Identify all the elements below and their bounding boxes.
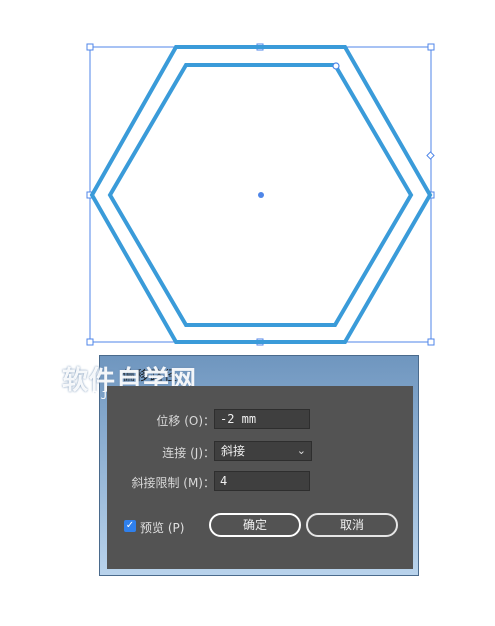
join-label: 连接 (J)：: [162, 446, 215, 460]
dialog-titlebar[interactable]: 偏移路径 软件自学网 RJZXW.COM: [62, 356, 418, 402]
handle-top-left[interactable]: [86, 43, 94, 51]
offset-path-dialog: 偏移路径 软件自学网 RJZXW.COM 位移 (O)： -2 mm 连接 (J…: [62, 355, 419, 576]
rotate-diamond-handle[interactable]: [426, 151, 435, 160]
preview-checkbox[interactable]: ✓: [124, 520, 136, 532]
offset-row: 位移 (O)： -2 mm: [107, 409, 413, 431]
center-point: [258, 192, 264, 198]
cancel-button[interactable]: 取消: [306, 513, 398, 537]
ok-button[interactable]: 确定: [209, 513, 301, 537]
dialog-body: 位移 (O)： -2 mm 连接 (J)： 斜接 ⌄ 斜接限制 (M)： 4 ✓…: [107, 386, 413, 569]
preview-label: 预览 (P): [140, 521, 185, 535]
offset-label: 位移 (O)：: [156, 414, 215, 428]
offset-input[interactable]: -2 mm: [214, 409, 310, 429]
miter-limit-label: 斜接限制 (M)：: [131, 476, 215, 490]
join-select-value: 斜接: [221, 444, 246, 458]
join-row: 连接 (J)： 斜接 ⌄: [107, 441, 413, 463]
handle-top-right[interactable]: [427, 43, 435, 51]
join-select[interactable]: 斜接 ⌄: [214, 441, 312, 461]
handle-bottom-right[interactable]: [427, 338, 435, 346]
artboard[interactable]: [0, 0, 495, 350]
miter-limit-input[interactable]: 4: [214, 471, 310, 491]
miter-row: 斜接限制 (M)： 4: [107, 471, 413, 493]
corner-widget-handle[interactable]: [332, 62, 340, 70]
chevron-down-icon: ⌄: [296, 444, 306, 457]
handle-bottom-left[interactable]: [86, 338, 94, 346]
